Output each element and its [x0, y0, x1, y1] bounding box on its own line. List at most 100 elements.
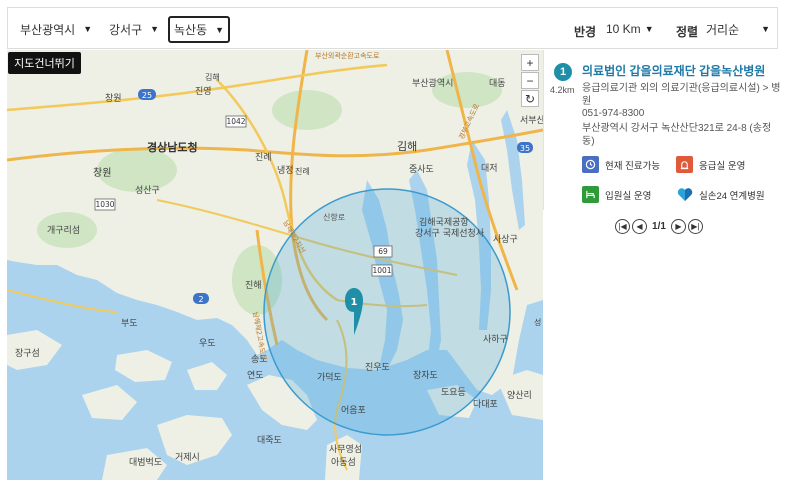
label-adong: 아동섬 [331, 457, 356, 468]
label-gimhae-airport: 김해국제공항 [419, 216, 469, 228]
label-seong: 성 [534, 318, 541, 327]
rank-badge: 1 [554, 63, 572, 81]
clock-icon [582, 156, 599, 173]
last-page-button[interactable]: ▶| [687, 219, 703, 234]
map-canvas: 25 1042 1030 69 1001 2 35 부산외곽순환고속도로 부산광… [7, 50, 543, 480]
badge-label: 실손24 연계병원 [699, 190, 765, 202]
label-sinhang: 신항로 [323, 213, 345, 222]
label-geoje: 거제시 [175, 452, 200, 463]
radius-select-value: 10 Km [606, 22, 641, 36]
label-dadaepo: 다대포 [473, 399, 498, 410]
marker-label: 1 [351, 297, 358, 308]
heart-icon [676, 186, 693, 203]
dong-select[interactable]: 녹산동 ▼ [168, 16, 231, 43]
label-busan: 부산광역시 [412, 77, 453, 89]
map[interactable]: 25 1042 1030 69 1001 2 35 부산외곽순환고속도로 부산광… [7, 50, 543, 480]
city-select-value: 부산광역시 [20, 22, 76, 37]
district-select[interactable]: 강서구 ▼ [109, 16, 159, 42]
page-indicator: 1/1 [652, 221, 666, 232]
label-doyodeung: 도요등 [441, 387, 466, 398]
prev-page-button[interactable]: ◀ [632, 219, 647, 234]
zoom-out-button[interactable]: − [521, 72, 539, 89]
label-budo: 부도 [121, 318, 138, 329]
badge-label: 응급실 운영 [699, 160, 746, 172]
badge-label: 입원실 운영 [605, 190, 652, 202]
label-changwon: 창원 [93, 167, 111, 179]
label-saha: 사하구 [483, 334, 508, 345]
chevron-down-icon: ▼ [644, 24, 654, 34]
road-shield-label: 1042 [226, 117, 245, 126]
label-gadeokdo: 가덕도 [317, 372, 342, 383]
chevron-down-icon: ▼ [150, 24, 160, 34]
total-pages: 1 [660, 221, 666, 232]
sort-label: 정렬 [676, 25, 699, 39]
label-jungsado: 중사도 [409, 164, 434, 175]
road-shield-label: 1001 [372, 266, 391, 275]
chevron-down-icon: ▼ [83, 24, 93, 34]
label-daejukdo: 대죽도 [257, 435, 282, 446]
panel-divider [543, 50, 544, 210]
badge-er: 응급실 운영 [676, 156, 745, 173]
label-jinrye: 진례 [255, 152, 272, 163]
road-shield-label: 69 [378, 247, 388, 256]
label-gyeongnam-office: 경상남도청 [147, 140, 198, 154]
label-naengjeong: 냉정 [277, 165, 294, 176]
label-eoeumpo: 어음포 [341, 405, 366, 416]
pagination: |◀ ◀ 1/1 ▶ ▶| [614, 219, 704, 234]
chevron-down-icon: ▼ [761, 24, 771, 34]
sort-select[interactable]: 거리순 ▼ [706, 16, 770, 42]
label-sasang: 사상구 [493, 234, 518, 245]
label-seobusan: 서부산 [520, 115, 543, 126]
skip-map-button[interactable]: 지도건너뛰기 [8, 52, 81, 74]
label-daedong: 대동 [489, 78, 506, 89]
page: 부산광역시 ▼ 강서구 ▼ 녹산동 ▼ 반경 10 Km ▼ 정렬 거리순 ▼ [0, 0, 800, 480]
search-radius-circle [263, 188, 511, 436]
label-jinudo: 진우도 [365, 362, 390, 373]
radius-select[interactable]: 10 Km ▼ [606, 16, 654, 42]
refresh-button[interactable]: ↻ [521, 90, 539, 107]
zoom-in-button[interactable]: + [521, 54, 539, 71]
label-jinyeong: 진영 [195, 86, 212, 97]
label-ring-expressway: 부산외곽순환고속도로 [315, 51, 380, 60]
label-janggu: 장구섬 [15, 348, 40, 359]
label-daebeom: 대범벅도 [129, 457, 162, 468]
label-gimhae-2: 김해 [205, 72, 220, 82]
badge-inpatient: 입원실 운영 [582, 186, 651, 203]
label-jinhae: 진해 [245, 280, 262, 291]
distance-text: 4.2km [550, 85, 575, 95]
hospital-title-link[interactable]: 의료법인 갑을의료재단 갑을녹산병원 [582, 62, 765, 79]
label-changwon-ic: 창원 [105, 93, 122, 104]
first-page-button[interactable]: |◀ [615, 219, 630, 234]
badge-insurance: 실손24 연계병원 [676, 186, 765, 203]
park-area [432, 72, 502, 108]
label-jinrye-2: 진례 [295, 166, 310, 176]
label-terminal: 강서구 국제선청사 [415, 228, 485, 239]
park-area [272, 90, 342, 130]
label-gaeguri: 개구리섬 [47, 225, 80, 236]
badge-label: 현재 진료가능 [605, 160, 661, 172]
road-shield-label: 1030 [95, 200, 114, 209]
label-samuyeong: 사무영섬 [329, 444, 362, 455]
hospital-phone: 051-974-8300 [582, 108, 645, 119]
dong-select-value: 녹산동 [174, 23, 208, 37]
radius-label: 반경 [574, 25, 597, 39]
label-yeondo: 연도 [247, 370, 264, 381]
siren-icon [676, 156, 693, 173]
badge-open-now: 현재 진료가능 [582, 156, 660, 173]
label-seongsan: 성산구 [135, 185, 160, 196]
sort-select-value: 거리순 [706, 22, 740, 37]
road-shield-label: 25 [142, 91, 152, 100]
filter-bar: 부산광역시 ▼ 강서구 ▼ 녹산동 ▼ 반경 10 Km ▼ 정렬 거리순 ▼ [7, 7, 778, 49]
road-shield-label: 2 [198, 295, 203, 304]
hospital-address: 부산광역시 강서구 녹산산단321로 24-8 (송정동) [582, 123, 772, 147]
hospital-category: 응급의료기관 외의 의료기관(응급의료시설) > 병원 [582, 83, 781, 107]
road-shield-label: 35 [520, 144, 530, 153]
next-page-button[interactable]: ▶ [670, 219, 686, 234]
district-select-value: 강서구 [109, 22, 143, 37]
label-udo: 우도 [199, 338, 216, 349]
city-select[interactable]: 부산광역시 ▼ [20, 16, 92, 42]
zoom-controls: + − ↻ [521, 54, 539, 108]
label-daejeo: 대저 [481, 163, 498, 174]
bed-icon [582, 186, 599, 203]
chevron-down-icon: ▼ [215, 24, 225, 35]
